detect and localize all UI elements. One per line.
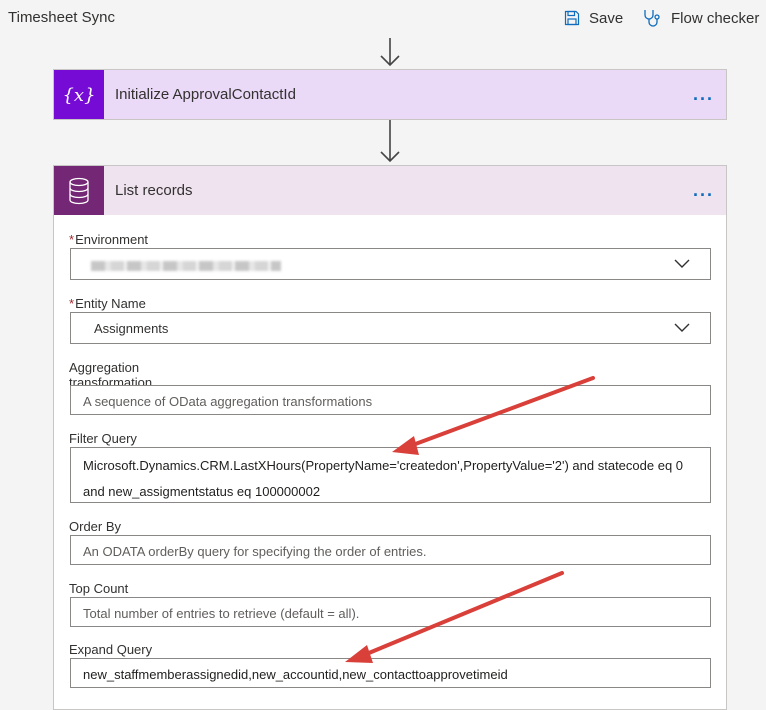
flow-title: Timesheet Sync (8, 9, 115, 26)
environment-label-text: Environment (75, 232, 149, 247)
aggregation-input[interactable]: A sequence of OData aggregation transfor… (70, 385, 711, 415)
filter-query-line-2: and new_assigmentstatus eq 100000002 (83, 484, 321, 499)
list-records-card[interactable]: List records ... *Environment *Entity Na… (53, 165, 727, 710)
filter-query-input[interactable]: Microsoft.Dynamics.CRM.LastXHours(Proper… (70, 447, 711, 503)
flow-checker-label: Flow checker (671, 9, 760, 27)
card-title: List records (115, 182, 193, 199)
save-label: Save (589, 9, 624, 27)
entity-name-label: *Entity Name (69, 296, 146, 311)
stethoscope-icon (644, 10, 660, 27)
environment-dropdown[interactable] (70, 248, 711, 280)
initialize-variable-header[interactable]: {𝑥} Initialize ApprovalContactId ... (54, 70, 726, 119)
chevron-down-icon (674, 323, 690, 332)
variable-icon: {𝑥} (54, 70, 104, 119)
top-count-placeholder: Total number of entries to retrieve (def… (83, 606, 360, 621)
top-count-input[interactable]: Total number of entries to retrieve (def… (70, 597, 711, 627)
expand-query-label: Expand Query (69, 642, 153, 657)
entity-name-label-text: Entity Name (75, 296, 146, 311)
more-options-icon[interactable]: ... (693, 180, 714, 201)
redacted-environment-value (91, 261, 281, 271)
more-options-icon[interactable]: ... (693, 84, 714, 105)
database-icon (54, 166, 104, 215)
flow-checker-button[interactable]: Flow checker (642, 6, 759, 30)
required-marker: * (69, 296, 75, 311)
order-by-input[interactable]: An ODATA orderBy query for specifying th… (70, 535, 711, 565)
save-button[interactable]: Save (564, 6, 623, 30)
filter-query-label: Filter Query (69, 431, 137, 446)
save-icon (564, 10, 580, 26)
svg-text:{𝑥}: {𝑥} (62, 85, 95, 106)
connector-arrow-icon (380, 120, 400, 163)
entity-name-value: Assignments (94, 321, 169, 336)
initialize-variable-card[interactable]: {𝑥} Initialize ApprovalContactId ... (53, 69, 727, 120)
filter-query-line-1: Microsoft.Dynamics.CRM.LastXHours(Proper… (83, 458, 684, 473)
entity-name-dropdown[interactable]: Assignments (70, 312, 711, 344)
top-bar: Timesheet Sync Save Flow checker (0, 0, 766, 38)
required-marker: * (69, 232, 75, 247)
aggregation-label: Aggregation transformation (69, 360, 153, 386)
order-by-label: Order By (69, 519, 122, 534)
environment-label: *Environment (69, 232, 148, 247)
top-count-label: Top Count (69, 581, 129, 596)
expand-query-value: new_staffmemberassignedid,new_accountid,… (83, 667, 508, 682)
connector-arrow-icon (380, 38, 400, 67)
chevron-down-icon (674, 259, 690, 268)
expand-query-input[interactable]: new_staffmemberassignedid,new_accountid,… (70, 658, 711, 688)
list-records-header[interactable]: List records ... (54, 166, 726, 215)
aggregation-placeholder: A sequence of OData aggregation transfor… (83, 394, 373, 409)
card-title: Initialize ApprovalContactId (115, 86, 296, 103)
order-by-placeholder: An ODATA orderBy query for specifying th… (83, 544, 427, 559)
